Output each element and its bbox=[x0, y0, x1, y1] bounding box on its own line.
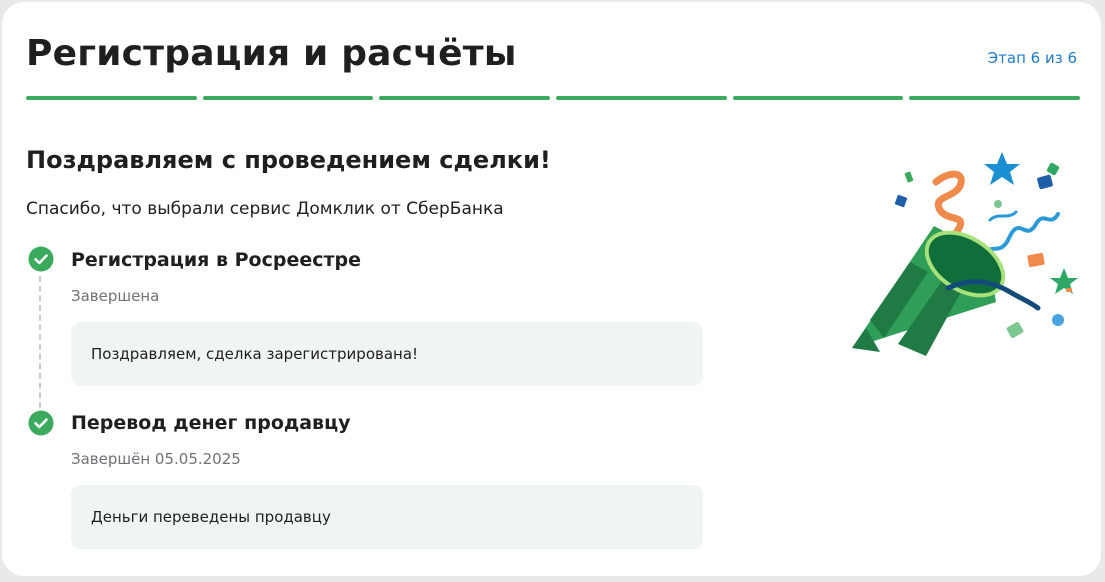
progress-bar bbox=[26, 96, 1081, 100]
page-title: Регистрация и расчёты bbox=[26, 33, 517, 74]
progress-segment bbox=[379, 96, 551, 100]
step-status-payment: Завершён 05.05.2025 bbox=[71, 450, 241, 468]
step-title-payment: Перевод денег продавцу bbox=[71, 412, 351, 434]
congrats-title: Поздравляем с проведением сделки! bbox=[26, 146, 551, 174]
congrats-subtitle: Спасибо, что выбрали сервис Домклик от С… bbox=[26, 199, 504, 219]
timeline-connector bbox=[39, 276, 41, 408]
progress-segment bbox=[556, 96, 727, 100]
progress-segment bbox=[26, 96, 197, 100]
progress-segment bbox=[732, 96, 904, 100]
progress-segment bbox=[909, 96, 1081, 100]
step-counter: Этап 6 из 6 bbox=[987, 49, 1077, 67]
deal-card: Регистрация и расчёты Этап 6 из 6 Поздра… bbox=[2, 2, 1101, 576]
step-title-registration: Регистрация в Росреестре bbox=[71, 249, 361, 271]
step-note-payment: Деньги переведены продавцу bbox=[71, 485, 703, 549]
progress-segment bbox=[202, 96, 374, 100]
step-status-registration: Завершена bbox=[71, 287, 160, 305]
party-popper-icon bbox=[852, 152, 1078, 356]
check-circle-icon bbox=[28, 246, 54, 272]
step-note-registration: Поздравляем, сделка зарегистрирована! bbox=[71, 322, 703, 386]
check-circle-icon bbox=[28, 410, 54, 436]
